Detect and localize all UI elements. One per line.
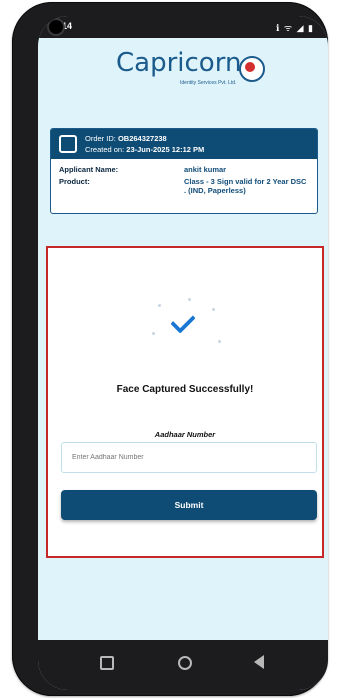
- status-icons: ℹ ᯤ ◢ ▮: [275, 23, 314, 33]
- submit-button[interactable]: Submit: [61, 490, 317, 520]
- face-capture-panel: Face Captured Successfully! Aadhaar Numb…: [46, 246, 324, 558]
- order-id-label: Order ID:: [85, 134, 116, 143]
- brand-tagline: Identity Services Pvt. Ltd.: [180, 80, 237, 86]
- status-bar: 2:14 ℹ ᯤ ◢ ▮: [38, 16, 328, 38]
- order-details: Applicant Name: ankit kumar Product: Cla…: [59, 165, 311, 195]
- brand-mark-icon: [239, 56, 265, 82]
- aadhaar-label: Aadhaar Number: [154, 430, 216, 439]
- receipt-icon: [59, 135, 77, 153]
- order-card: Order ID: OB264327238 Created on: 23-Jun…: [50, 128, 318, 214]
- product-label: Product:: [59, 177, 90, 186]
- home-button[interactable]: [178, 656, 192, 670]
- created-line: Created on: 23-Jun-2025 12:12 PM: [85, 145, 204, 154]
- sparkle-dot: [152, 332, 155, 335]
- recent-apps-button[interactable]: [100, 656, 114, 670]
- sparkle-dot: [218, 340, 221, 343]
- front-camera-icon: [49, 20, 63, 34]
- applicant-row: Applicant Name: ankit kumar: [59, 165, 311, 177]
- success-message: Face Captured Successfully!: [116, 384, 254, 395]
- app-screen: 2:14 ℹ ᯤ ◢ ▮ Capricorn Identity Services…: [38, 16, 328, 690]
- created-label: Created on:: [85, 145, 125, 154]
- android-nav-bar: [38, 640, 328, 690]
- brand-name: Capricorn: [116, 48, 242, 78]
- sparkle-dot: [212, 308, 215, 311]
- brand-logo: Capricorn Identity Services Pvt. Ltd.: [38, 46, 328, 92]
- applicant-value: ankit kumar: [184, 165, 227, 174]
- applicant-label: Applicant Name:: [59, 165, 119, 174]
- sparkle-dot: [188, 298, 191, 301]
- order-id-line: Order ID: OB264327238: [85, 134, 167, 143]
- success-illustration: [144, 296, 232, 360]
- checkmark-icon: [170, 308, 196, 334]
- product-row: Product: Class - 3 Sign valid for 2 Year…: [59, 177, 311, 195]
- back-button[interactable]: [254, 655, 264, 669]
- aadhaar-input[interactable]: [61, 442, 317, 473]
- sparkle-dot: [158, 304, 161, 307]
- order-id-value: OB264327238: [117, 134, 167, 143]
- phone-frame: 2:14 ℹ ᯤ ◢ ▮ Capricorn Identity Services…: [12, 2, 328, 696]
- product-value: Class - 3 Sign valid for 2 Year DSC . (I…: [184, 177, 307, 195]
- created-value: 23-Jun-2025 12:12 PM: [126, 145, 205, 154]
- order-header: Order ID: OB264327238 Created on: 23-Jun…: [51, 129, 317, 159]
